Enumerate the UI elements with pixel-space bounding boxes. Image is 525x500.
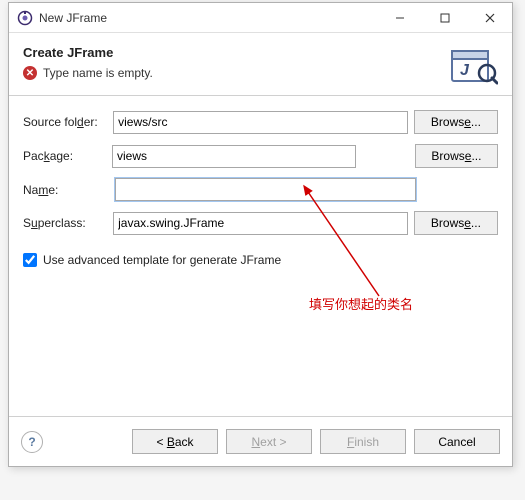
app-icon bbox=[17, 10, 33, 26]
advanced-template-checkbox[interactable] bbox=[23, 253, 37, 267]
window-title: New JFrame bbox=[39, 11, 377, 25]
back-button[interactable]: < Back bbox=[132, 429, 218, 454]
dialog-window: New JFrame Create JFrame ✕ Type name is … bbox=[8, 2, 513, 467]
advanced-template-row: Use advanced template for generate JFram… bbox=[23, 253, 498, 267]
source-browse-button[interactable]: Browse... bbox=[414, 110, 498, 134]
svg-text:J: J bbox=[460, 62, 470, 79]
dialog-footer: ? < Back Next > Finish Cancel bbox=[9, 416, 512, 466]
error-text: Type name is empty. bbox=[43, 66, 153, 80]
error-message: ✕ Type name is empty. bbox=[23, 66, 450, 80]
superclass-row: Superclass: Browse... bbox=[23, 211, 498, 235]
titlebar: New JFrame bbox=[9, 3, 512, 33]
header-title: Create JFrame bbox=[23, 45, 450, 60]
help-button[interactable]: ? bbox=[21, 431, 43, 453]
source-folder-label: Source folder: bbox=[23, 115, 107, 129]
name-row: Name: bbox=[23, 178, 498, 201]
package-browse-button[interactable]: Browse... bbox=[415, 144, 498, 168]
minimize-button[interactable] bbox=[377, 3, 422, 33]
name-input[interactable] bbox=[115, 178, 416, 201]
finish-button[interactable]: Finish bbox=[320, 429, 406, 454]
package-label: Package: bbox=[23, 149, 106, 163]
error-icon: ✕ bbox=[23, 66, 37, 80]
cancel-button[interactable]: Cancel bbox=[414, 429, 500, 454]
superclass-browse-button[interactable]: Browse... bbox=[414, 211, 498, 235]
maximize-button[interactable] bbox=[422, 3, 467, 33]
close-button[interactable] bbox=[467, 3, 512, 33]
annotation-text: 填写你想起的类名 bbox=[309, 294, 413, 313]
name-label: Name: bbox=[23, 183, 109, 197]
jframe-icon: J bbox=[450, 45, 498, 85]
superclass-input[interactable] bbox=[113, 212, 408, 235]
advanced-template-label: Use advanced template for generate JFram… bbox=[43, 253, 281, 267]
source-folder-input[interactable] bbox=[113, 111, 408, 134]
form-area: Source folder: Browse... Package: Browse… bbox=[9, 96, 512, 416]
next-button[interactable]: Next > bbox=[226, 429, 312, 454]
dialog-header: Create JFrame ✕ Type name is empty. J bbox=[9, 33, 512, 96]
package-row: Package: Browse... bbox=[23, 144, 498, 168]
package-input[interactable] bbox=[112, 145, 356, 168]
source-folder-row: Source folder: Browse... bbox=[23, 110, 498, 134]
superclass-label: Superclass: bbox=[23, 216, 107, 230]
